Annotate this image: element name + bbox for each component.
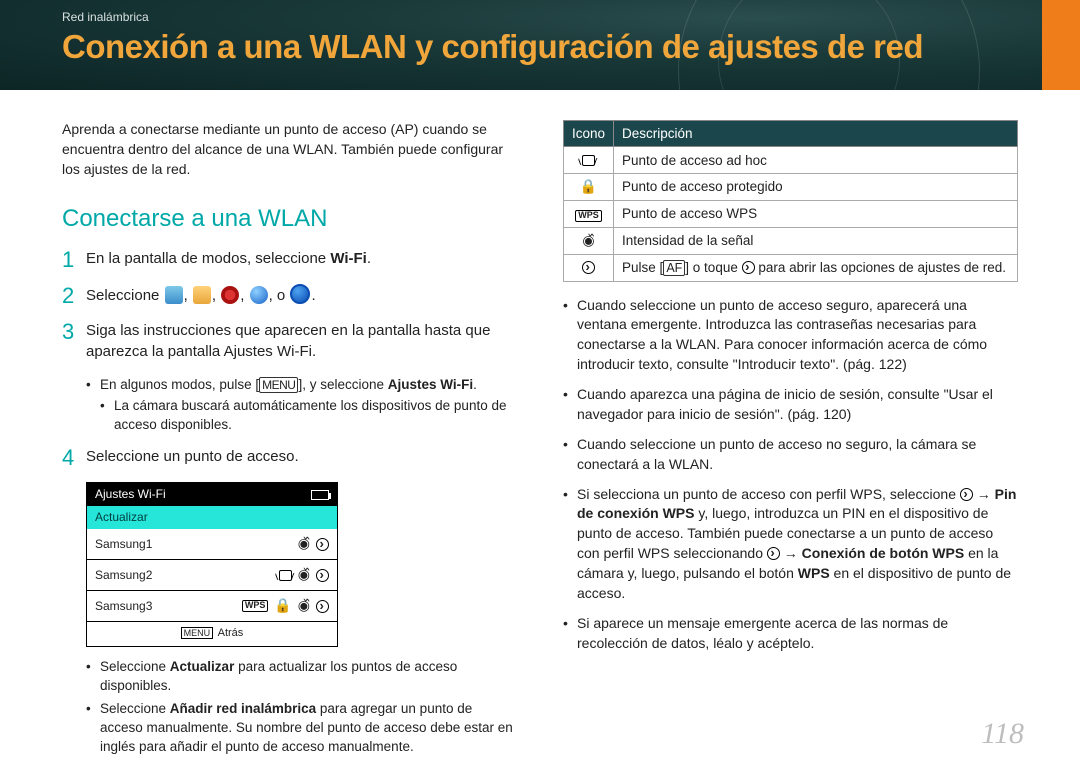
table-desc: Punto de acceso ad hoc bbox=[614, 147, 1018, 174]
options-arrow-icon[interactable] bbox=[316, 600, 329, 613]
adhoc-icon bbox=[279, 570, 292, 581]
lock-icon: 🔒 bbox=[580, 178, 597, 194]
options-arrow-icon bbox=[742, 261, 755, 274]
wifi-network-row[interactable]: Samsung2 ◉᷈ bbox=[87, 560, 337, 591]
step-number: 1 bbox=[62, 248, 86, 272]
table-header-icon: Icono bbox=[564, 121, 614, 147]
step-4-text: Seleccione un punto de acceso. bbox=[86, 446, 517, 470]
options-arrow-icon[interactable] bbox=[316, 538, 329, 551]
wifi-network-name: Samsung1 bbox=[95, 536, 152, 553]
lock-icon: 🔒 bbox=[274, 596, 291, 616]
af-button-glyph: AF bbox=[663, 260, 685, 276]
breadcrumb: Red inalámbrica bbox=[0, 0, 1080, 24]
record-service-icon bbox=[221, 286, 239, 304]
step-2-text: Seleccione bbox=[86, 287, 164, 304]
step-1-text: En la pantalla de modos, seleccione bbox=[86, 250, 330, 267]
table-row: ◉᷈ Intensidad de la señal bbox=[564, 227, 1018, 254]
signal-icon: ◉᷈ bbox=[298, 534, 310, 554]
cloud-service-icon bbox=[165, 286, 183, 304]
section-subhead: Conectarse a una WLAN bbox=[62, 202, 517, 236]
page-title: Conexión a una WLAN y configuración de a… bbox=[0, 24, 1080, 66]
wifi-network-name: Samsung3 bbox=[95, 598, 152, 615]
share-service-icon bbox=[290, 284, 310, 304]
wifi-network-row[interactable]: Samsung3 WPS 🔒 ◉᷈ bbox=[87, 591, 337, 622]
menu-label: MENU bbox=[181, 627, 214, 639]
step-4: 4 Seleccione un punto de acceso. bbox=[62, 446, 517, 470]
wifi-panel-header: Ajustes Wi-Fi bbox=[87, 483, 337, 506]
right-bullet-5: •Si aparece un mensaje emergente acerca … bbox=[563, 614, 1018, 654]
step-3-text: Siga las instrucciones que aparecen en l… bbox=[86, 320, 517, 363]
right-column: Icono Descripción Punto de acceso ad hoc… bbox=[563, 120, 1018, 758]
right-bullet-3: •Cuando seleccione un punto de acceso no… bbox=[563, 435, 1018, 475]
table-row: Punto de acceso ad hoc bbox=[564, 147, 1018, 174]
signal-icon: ◉᷈ bbox=[298, 596, 310, 616]
wps-icon: WPS bbox=[242, 600, 269, 612]
wifi-network-name: Samsung2 bbox=[95, 567, 152, 584]
signal-icon: ◉᷈ bbox=[582, 232, 594, 248]
options-arrow-icon bbox=[960, 488, 973, 501]
step-3-sub-2: • La cámara buscará automáticamente los … bbox=[100, 396, 517, 434]
table-desc: Punto de acceso protegido bbox=[614, 174, 1018, 201]
table-desc: Intensidad de la señal bbox=[614, 227, 1018, 254]
wps-icon: WPS bbox=[575, 210, 602, 222]
right-bullet-2: •Cuando aparezca una página de inicio de… bbox=[563, 385, 1018, 425]
options-arrow-icon bbox=[767, 547, 780, 560]
step-3-sub-1: • En algunos modos, pulse [MENU], y sele… bbox=[86, 375, 517, 394]
photo-service-icon bbox=[193, 286, 211, 304]
header-banner: Red inalámbrica Conexión a una WLAN y co… bbox=[0, 0, 1080, 90]
right-bullet-1: •Cuando seleccione un punto de acceso se… bbox=[563, 296, 1018, 376]
wifi-network-row[interactable]: Samsung1 ◉᷈ bbox=[87, 529, 337, 560]
step-number: 4 bbox=[62, 446, 86, 470]
icon-description-table: Icono Descripción Punto de acceso ad hoc… bbox=[563, 120, 1018, 282]
table-desc: Pulse [AF] o toque para abrir las opcion… bbox=[614, 254, 1018, 281]
step-1: 1 En la pantalla de modos, seleccione Wi… bbox=[62, 248, 517, 272]
options-arrow-icon[interactable] bbox=[316, 569, 329, 582]
left-column: Aprenda a conectarse mediante un punto d… bbox=[62, 120, 517, 758]
table-desc: Punto de acceso WPS bbox=[614, 200, 1018, 227]
options-arrow-icon bbox=[582, 261, 595, 274]
right-bullet-4: • Si selecciona un punto de acceso con p… bbox=[563, 485, 1018, 604]
intro-text: Aprenda a conectarse mediante un punto d… bbox=[62, 120, 517, 180]
signal-icon: ◉᷈ bbox=[298, 565, 310, 585]
battery-icon bbox=[311, 490, 329, 500]
table-header-desc: Descripción bbox=[614, 121, 1018, 147]
post-panel-bullet-2: • Seleccione Añadir red inalámbrica para… bbox=[86, 699, 517, 756]
page-number: 118 bbox=[981, 717, 1024, 751]
step-2: 2 Seleccione , , , , o . bbox=[62, 284, 517, 308]
step-number: 2 bbox=[62, 284, 86, 308]
post-panel-bullet-1: • Seleccione Actualizar para actualizar … bbox=[86, 657, 517, 695]
wifi-panel-title: Ajustes Wi-Fi bbox=[95, 486, 166, 503]
step-1-bold: Wi-Fi bbox=[330, 250, 367, 267]
step-3: 3 Siga las instrucciones que aparecen en… bbox=[62, 320, 517, 363]
adhoc-icon bbox=[582, 155, 595, 166]
table-row: Pulse [AF] o toque para abrir las opcion… bbox=[564, 254, 1018, 281]
wifi-settings-panel: Ajustes Wi-Fi Actualizar Samsung1 ◉᷈ Sam… bbox=[86, 482, 338, 646]
section-tab bbox=[1042, 0, 1080, 90]
table-row: 🔒 Punto de acceso protegido bbox=[564, 174, 1018, 201]
step-number: 3 bbox=[62, 320, 86, 363]
back-label: Atrás bbox=[218, 627, 244, 639]
table-row: WPS Punto de acceso WPS bbox=[564, 200, 1018, 227]
globe-service-icon bbox=[250, 286, 268, 304]
wifi-refresh-row[interactable]: Actualizar bbox=[87, 506, 337, 529]
wifi-panel-footer: MENU Atrás bbox=[87, 622, 337, 646]
menu-button-glyph: MENU bbox=[259, 377, 298, 393]
